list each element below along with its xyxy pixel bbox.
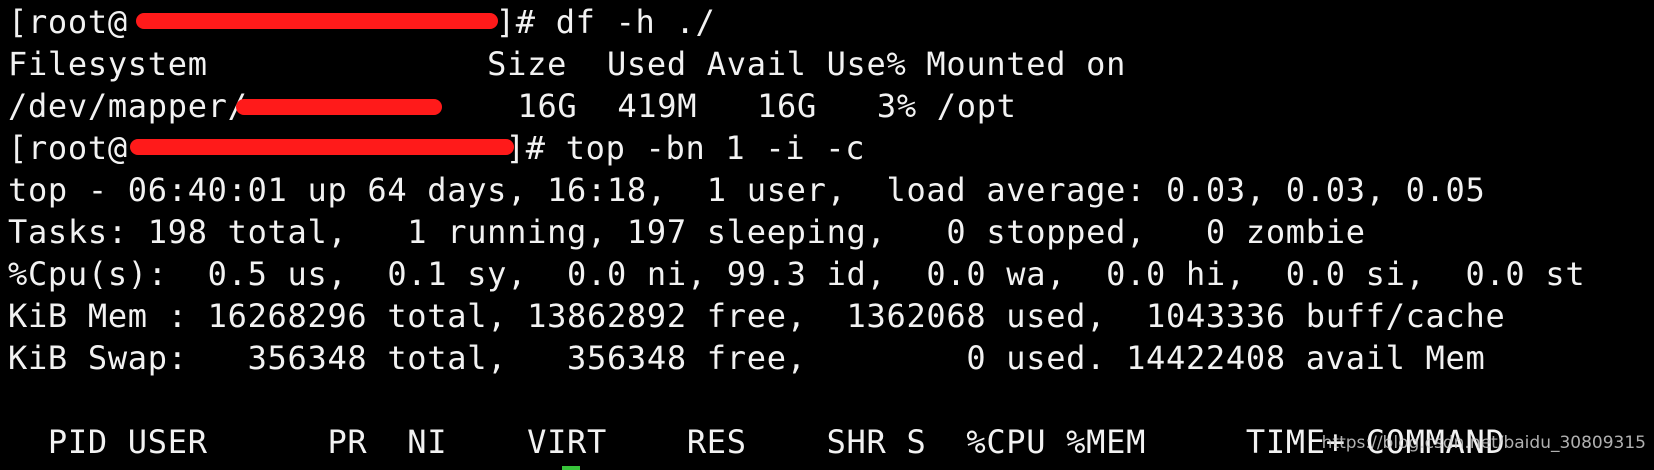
cpu-line: %Cpu(s): 0.5 us, 0.1 sy, 0.0 ni, 99.3 id… [8,255,1586,293]
watermark-text: https://blog.csdn.net/baidu_30809315 [1321,433,1646,453]
prompt-line-top: [root@ ]# top -bn 1 -i -c [8,127,1654,169]
tasks-line: Tasks: 198 total, 1 running, 197 sleepin… [8,213,1366,251]
cursor-indicator [562,466,580,470]
terminal-window[interactable]: [root@ ]# df -h ./ Filesystem Size Used A… [0,0,1654,470]
df-values: 16G 419M 16G 3% /opt [457,87,1017,125]
mem-line: KiB Mem : 16268296 total, 13862892 free,… [8,297,1506,335]
redaction-mark [136,13,498,29]
swap-line: KiB Swap: 356348 total, 356348 free, 0 u… [8,339,1486,377]
df-header-line: Filesystem Size Used Avail Use% Mounted … [8,45,1127,83]
df-output-line: /dev/mapper/ 16G 419M 16G 3% /opt [8,85,1654,127]
redaction-mark [236,99,442,115]
command-text: ]# df -h ./ [495,3,716,41]
command-text: ]# top -bn 1 -i -c [505,129,866,167]
prompt-line-df: [root@ ]# df -h ./ [8,1,1654,43]
device-prefix: /dev/mapper/ [8,87,248,125]
top-summary-line: top - 06:40:01 up 64 days, 16:18, 1 user… [8,171,1486,209]
prompt-prefix: [root@ [8,3,128,41]
prompt-prefix: [root@ [8,129,128,167]
redaction-mark [130,139,514,155]
